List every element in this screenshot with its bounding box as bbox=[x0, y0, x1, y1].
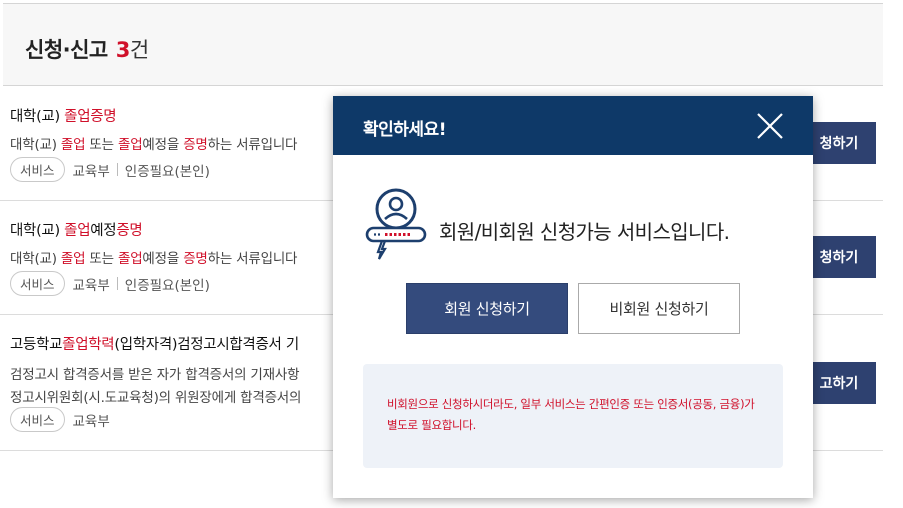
item-tags: 서비스 교육부 bbox=[10, 407, 110, 432]
text-segment: 예정을 bbox=[142, 137, 184, 153]
tag-divider bbox=[116, 277, 118, 290]
results-count: 3 bbox=[115, 38, 131, 62]
highlighted-keyword: 졸업 bbox=[117, 137, 143, 153]
text-segment: 또는 bbox=[85, 137, 118, 153]
results-title-label: 신청·신고 bbox=[25, 38, 108, 62]
confirm-modal: 확인하세요! 회원/비회원 신청가능 서비스입니다. 회원 신청하기 비회원 신 bbox=[333, 96, 813, 498]
tag-divider bbox=[116, 163, 118, 176]
nonmember-apply-button[interactable]: 비회원 신청하기 bbox=[578, 283, 740, 334]
highlighted-keyword: 증명 bbox=[183, 251, 208, 267]
user-id-card-icon bbox=[364, 188, 428, 260]
item-title[interactable]: 고등학교졸업학력(입학자격)검정고시합격증서 기 bbox=[10, 333, 299, 354]
item-description-line1: 검정고시 합격증서를 받은 자가 합격증서의 기재사항 bbox=[10, 367, 300, 383]
text-segment: 예정 bbox=[90, 223, 117, 239]
auth-label: 인증필요(본인) bbox=[124, 277, 210, 294]
service-badge: 서비스 bbox=[10, 271, 65, 296]
text-segment: 대학(교) bbox=[10, 223, 65, 239]
text-segment: 하는 서류입니다 bbox=[207, 251, 298, 267]
modal-header: 확인하세요! bbox=[333, 96, 813, 155]
text-segment: 고등학교 bbox=[10, 337, 63, 353]
item-description: 대학(교) 졸업 또는 졸업예정을 증명하는 서류입니다 bbox=[10, 247, 297, 267]
text-segment: (입학자격)검정고시합격증서 bbox=[114, 337, 286, 353]
highlighted-keyword: 증명 bbox=[183, 137, 208, 153]
item-description-line2: 정고시위원회(시.도교육청)의 위원장에게 합격증서의 bbox=[10, 390, 302, 406]
results-title: 신청·신고 3건 bbox=[25, 34, 149, 64]
modal-title: 확인하세요! bbox=[363, 120, 446, 140]
service-badge: 서비스 bbox=[10, 157, 65, 182]
item-description: 대학(교) 졸업 또는 졸업예정을 증명하는 서류입니다 bbox=[10, 133, 297, 153]
notice-text: 비회원으로 신청하시더라도, 일부 서비스는 간편인증 또는 인증서(공동, 금… bbox=[387, 397, 755, 432]
text-segment: 대학(교) bbox=[10, 137, 61, 153]
auth-label: 인증필요(본인) bbox=[124, 163, 210, 180]
highlighted-keyword: 졸업증명 bbox=[64, 109, 117, 125]
member-apply-button[interactable]: 회원 신청하기 bbox=[406, 283, 568, 334]
text-segment: 예정을 bbox=[142, 251, 184, 267]
highlighted-keyword: 졸업 bbox=[60, 251, 86, 267]
item-tags: 서비스 교육부 인증필요(본인) bbox=[10, 157, 210, 182]
agency-label: 교육부 bbox=[72, 413, 110, 430]
item-title[interactable]: 대학(교) 졸업예정증명 bbox=[10, 219, 143, 240]
highlighted-keyword: 졸업 bbox=[64, 223, 91, 239]
highlighted-keyword: 졸업 bbox=[60, 137, 86, 153]
text-segment: 또는 bbox=[85, 251, 118, 267]
item-tags: 서비스 교육부 인증필요(본인) bbox=[10, 271, 210, 296]
text-segment: 대학(교) bbox=[10, 109, 65, 125]
highlighted-keyword: 증명 bbox=[116, 223, 143, 239]
service-badge: 서비스 bbox=[10, 407, 65, 432]
search-results-page: 신청·신고 3건 대학(교) 졸업증명 대학(교) 졸업 또는 졸업예정을 증명하… bbox=[0, 0, 903, 508]
highlighted-keyword: 졸업학력 bbox=[62, 337, 115, 353]
results-header: 신청·신고 3건 bbox=[3, 3, 883, 86]
text-segment: 기 bbox=[285, 337, 299, 353]
agency-label: 교육부 bbox=[72, 277, 110, 294]
notice-box: 비회원으로 신청하시더라도, 일부 서비스는 간편인증 또는 인증서(공동, 금… bbox=[363, 364, 783, 468]
agency-label: 교육부 bbox=[72, 163, 110, 180]
results-count-unit: 건 bbox=[129, 38, 149, 62]
item-title[interactable]: 대학(교) 졸업증명 bbox=[10, 105, 117, 126]
modal-message: 회원/비회원 신청가능 서비스입니다. bbox=[439, 220, 730, 244]
text-segment: 대학(교) bbox=[10, 251, 61, 267]
highlighted-keyword: 졸업 bbox=[117, 251, 143, 267]
close-icon[interactable] bbox=[753, 109, 787, 143]
text-segment: 하는 서류입니다 bbox=[207, 137, 298, 153]
